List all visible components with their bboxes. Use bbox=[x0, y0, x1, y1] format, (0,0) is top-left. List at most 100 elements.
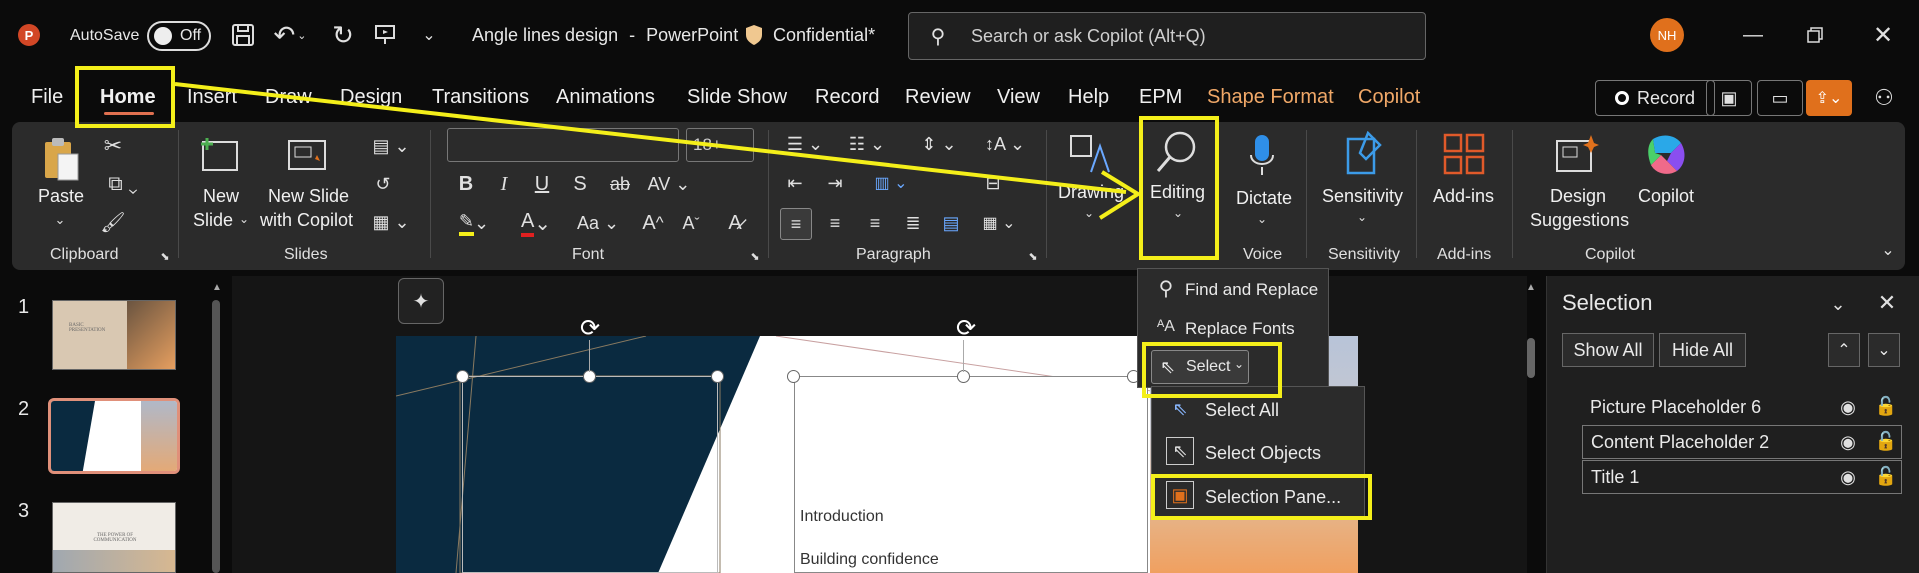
show-all-button[interactable]: Show All bbox=[1562, 333, 1654, 367]
search-box[interactable]: ⚲ Search or ask Copilot (Alt+Q) bbox=[908, 12, 1426, 60]
distributed-icon[interactable]: ▤ bbox=[936, 208, 966, 238]
tab-review[interactable]: Review bbox=[905, 86, 971, 109]
sensitivity-icon[interactable] bbox=[1342, 130, 1386, 178]
person-icon[interactable]: ⚇ bbox=[1868, 82, 1900, 114]
slide-thumbnail-2[interactable] bbox=[48, 398, 180, 474]
highlight-icon[interactable]: ✎ ⌄ bbox=[450, 208, 498, 238]
thumbnail-scrollbar[interactable]: ▲ bbox=[210, 282, 222, 573]
align-left-icon[interactable]: ≡ bbox=[780, 208, 812, 240]
close-icon[interactable]: ✕ bbox=[1868, 20, 1898, 50]
visibility-eye-icon[interactable]: ◉ bbox=[1836, 396, 1860, 418]
slide-bullet-2[interactable]: Building confidence bbox=[800, 551, 939, 569]
font-name-combo[interactable] bbox=[447, 128, 679, 162]
tab-epm[interactable]: EPM bbox=[1139, 86, 1182, 109]
slide-thumbnail-3[interactable]: THE POWER OF COMMUNICATION bbox=[52, 502, 176, 573]
lock-icon[interactable]: 🔓 bbox=[1874, 394, 1898, 418]
bullets-icon[interactable]: ☰ ⌄ bbox=[780, 130, 830, 158]
tab-slide-show[interactable]: Slide Show bbox=[687, 86, 787, 109]
decrease-indent-icon[interactable]: ⇤ bbox=[780, 170, 810, 196]
slide-thumbnail-1[interactable]: BASIC PRESENTATION bbox=[52, 300, 176, 370]
bring-forward-icon[interactable]: ⌃ bbox=[1828, 333, 1860, 367]
share-icon[interactable]: ⇪⌄ bbox=[1806, 80, 1852, 116]
tab-view[interactable]: View bbox=[997, 86, 1040, 109]
paragraph-launcher-icon[interactable]: ⬊ bbox=[1026, 249, 1040, 263]
tab-transitions[interactable]: Transitions bbox=[432, 86, 529, 109]
scroll-thumb[interactable] bbox=[1527, 338, 1535, 378]
columns-icon[interactable]: ▥ ⌄ bbox=[866, 170, 916, 196]
layout-icon[interactable]: ▤ ⌄ bbox=[368, 132, 414, 160]
camera-icon[interactable]: ▣ bbox=[1706, 80, 1752, 116]
select-all-item[interactable]: Select All bbox=[1205, 400, 1279, 421]
save-icon[interactable] bbox=[228, 20, 258, 50]
canvas-scrollbar[interactable]: ▲ bbox=[1524, 282, 1538, 573]
replace-fonts-item[interactable]: Replace Fonts bbox=[1185, 319, 1295, 339]
drawing-dropdown-icon[interactable]: ⌄ bbox=[1082, 206, 1096, 220]
justify-icon[interactable]: ≣ bbox=[898, 208, 928, 238]
scroll-up-icon[interactable]: ▲ bbox=[1526, 282, 1536, 293]
new-slide-copilot-label-2[interactable]: with Copilot bbox=[260, 210, 353, 231]
sensitivity-label-btn[interactable]: Sensitivity bbox=[1322, 186, 1403, 207]
content-placeholder[interactable] bbox=[794, 376, 1148, 573]
resize-handle[interactable] bbox=[787, 370, 800, 383]
copy-icon[interactable]: ⧉ ⌄ bbox=[98, 170, 148, 198]
slide-bullet-1[interactable]: Introduction bbox=[800, 508, 884, 526]
undo-icon[interactable]: ↶ ⌄ bbox=[270, 20, 310, 50]
copilot-logo-icon[interactable] bbox=[1644, 132, 1690, 176]
numbering-icon[interactable]: ☷ ⌄ bbox=[842, 130, 892, 158]
shadow-icon[interactable]: S bbox=[566, 170, 594, 198]
minimize-icon[interactable]: — bbox=[1738, 20, 1768, 50]
tab-shape-format[interactable]: Shape Format bbox=[1207, 86, 1334, 109]
select-objects-item[interactable]: Select Objects bbox=[1205, 443, 1321, 464]
drawing-icon[interactable] bbox=[1066, 130, 1112, 178]
microphone-icon[interactable] bbox=[1244, 132, 1280, 178]
character-spacing-icon[interactable]: AV ⌄ bbox=[644, 170, 694, 198]
record-button[interactable]: Record bbox=[1595, 80, 1715, 116]
align-right-icon[interactable]: ≡ bbox=[860, 208, 890, 238]
tab-insert[interactable]: Insert bbox=[187, 86, 237, 109]
strikethrough-icon[interactable]: ab bbox=[604, 170, 636, 198]
send-backward-icon[interactable]: ⌄ bbox=[1868, 333, 1900, 367]
text-direction-icon[interactable]: ↕A ⌄ bbox=[980, 130, 1030, 158]
grow-font-icon[interactable]: A ^ bbox=[638, 208, 668, 238]
section-icon[interactable]: ▦ ⌄ bbox=[368, 208, 414, 236]
italic-icon[interactable]: I bbox=[490, 170, 518, 198]
tab-animations[interactable]: Animations bbox=[556, 86, 655, 109]
copilot-label[interactable]: Copilot bbox=[1638, 186, 1694, 207]
scroll-up-icon[interactable]: ▲ bbox=[212, 282, 222, 293]
tab-draw[interactable]: Draw bbox=[265, 86, 312, 109]
cut-icon[interactable]: ✂ bbox=[98, 132, 128, 160]
tab-file[interactable]: File bbox=[31, 86, 63, 109]
new-slide-label-2[interactable]: Slide bbox=[193, 210, 233, 231]
rotate-handle-icon[interactable]: ⟳ bbox=[952, 314, 980, 342]
comments-icon[interactable]: ▭ bbox=[1757, 80, 1803, 116]
clear-formatting-icon[interactable]: A̷ bbox=[720, 208, 750, 238]
reset-icon[interactable]: ↺ bbox=[368, 170, 398, 198]
addins-icon[interactable] bbox=[1442, 132, 1486, 176]
find-replace-item[interactable]: Find and Replace bbox=[1185, 280, 1318, 300]
tab-copilot[interactable]: Copilot bbox=[1358, 86, 1420, 109]
rotate-handle-icon[interactable]: ⟳ bbox=[576, 314, 604, 342]
visibility-eye-icon[interactable]: ◉ bbox=[1836, 431, 1860, 453]
restore-icon[interactable] bbox=[1800, 20, 1830, 50]
font-launcher-icon[interactable]: ⬊ bbox=[748, 249, 762, 263]
pane-options-icon[interactable]: ⌄ bbox=[1826, 292, 1850, 316]
hide-all-button[interactable]: Hide All bbox=[1659, 333, 1746, 367]
align-text-icon[interactable]: ⊟ bbox=[978, 170, 1008, 196]
paste-icon[interactable] bbox=[40, 134, 84, 184]
line-spacing-icon[interactable]: ⇕ ⌄ bbox=[914, 130, 964, 158]
tab-design[interactable]: Design bbox=[340, 86, 402, 109]
resize-handle[interactable] bbox=[456, 370, 469, 383]
design-suggestions-label-2[interactable]: Suggestions bbox=[1530, 210, 1629, 231]
tab-help[interactable]: Help bbox=[1068, 86, 1109, 109]
lock-icon[interactable]: 🔓 bbox=[1874, 464, 1898, 488]
font-color-icon[interactable]: A ⌄ bbox=[512, 208, 560, 238]
new-slide-copilot-icon[interactable] bbox=[285, 136, 329, 174]
designer-sparkle-icon[interactable]: ✦ bbox=[398, 278, 444, 324]
addins-label[interactable]: Add-ins bbox=[1433, 186, 1494, 207]
new-slide-dropdown-icon[interactable]: ⌄ bbox=[237, 212, 251, 226]
font-size-combo[interactable]: 18+ bbox=[686, 128, 754, 162]
dictate-label[interactable]: Dictate bbox=[1236, 188, 1292, 209]
format-painter-icon[interactable]: 🖌 bbox=[98, 208, 128, 236]
increase-indent-icon[interactable]: ⇥ bbox=[820, 170, 850, 196]
sensitivity-dropdown-icon[interactable]: ⌄ bbox=[1355, 210, 1369, 224]
